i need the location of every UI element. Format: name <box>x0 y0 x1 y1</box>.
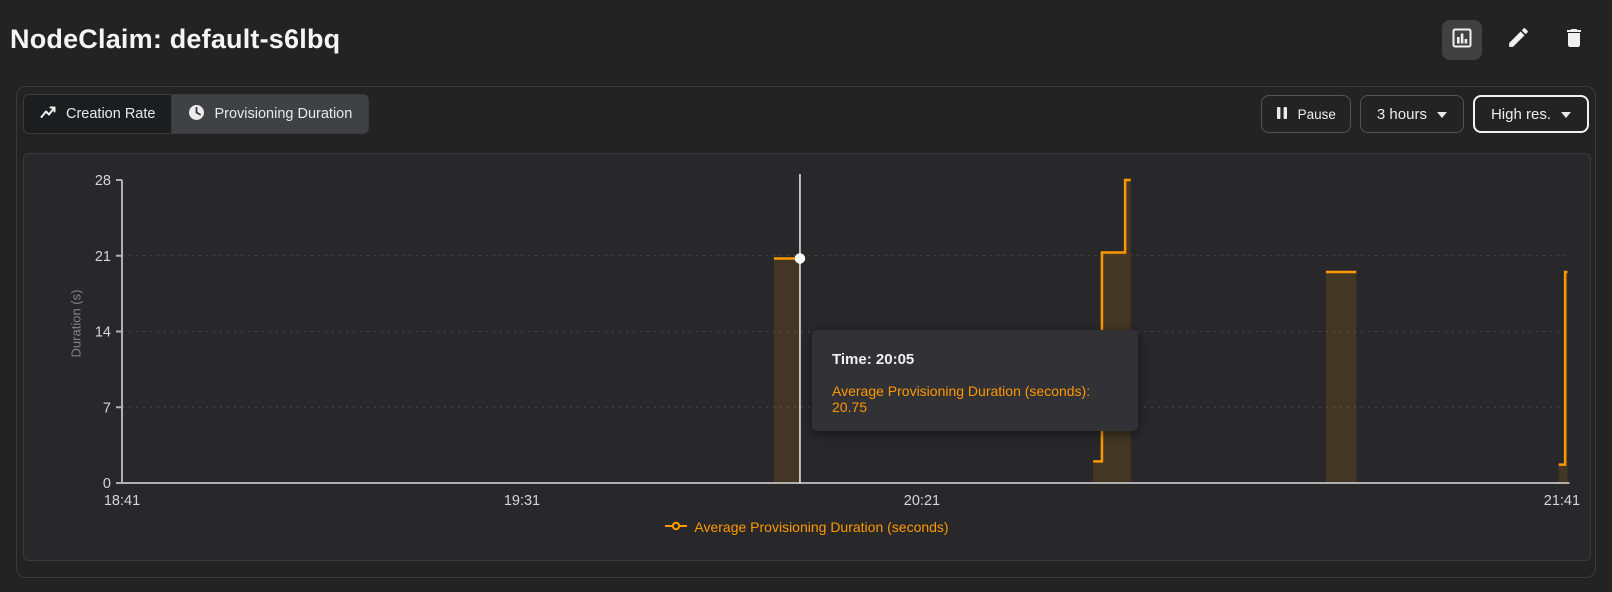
header-actions <box>1442 20 1594 60</box>
y-tick-label: 28 <box>95 173 111 189</box>
edit-button[interactable] <box>1498 20 1538 60</box>
chevron-down-icon <box>1437 112 1447 118</box>
delete-button[interactable] <box>1554 20 1594 60</box>
bar-chart-icon <box>1450 26 1474 55</box>
pencil-icon <box>1506 25 1531 55</box>
x-tick-label: 21:41 <box>1544 493 1580 509</box>
y-tick-label: 7 <box>103 400 111 416</box>
chevron-down-icon <box>1561 112 1571 118</box>
chart-area[interactable]: Duration (s) 0714212818:4119:3120:2121:4… <box>23 153 1591 561</box>
trash-icon <box>1562 26 1586 55</box>
legend-line-icon <box>665 518 687 536</box>
resolution-dropdown[interactable]: High res. <box>1473 95 1589 133</box>
y-tick-label: 0 <box>103 476 111 492</box>
duration-chart[interactable]: 0 7 14 21 28 18:41 19:31 20:21 21:41 <box>24 154 1592 562</box>
y-tick-label: 21 <box>95 249 111 265</box>
pause-icon <box>1276 106 1288 123</box>
resolution-label: High res. <box>1491 106 1551 123</box>
x-tick-label: 20:21 <box>904 493 940 509</box>
pause-button[interactable]: Pause <box>1261 95 1351 133</box>
page-title: NodeClaim: default-s6lbq <box>10 24 340 55</box>
x-tick-label: 19:31 <box>504 493 540 509</box>
tab-provisioning-duration[interactable]: Provisioning Duration <box>172 94 369 134</box>
tab-creation-rate[interactable]: Creation Rate <box>23 94 172 134</box>
active-point <box>795 254 804 263</box>
chart-toolbar: Creation Rate Provisioning Duration <box>23 94 1589 134</box>
pause-label: Pause <box>1298 107 1336 122</box>
y-tick-label: 14 <box>95 325 111 341</box>
time-range-dropdown[interactable]: 3 hours <box>1360 95 1464 133</box>
chart-legend[interactable]: Average Provisioning Duration (seconds) <box>24 518 1590 536</box>
chart-tabs: Creation Rate Provisioning Duration <box>23 94 369 134</box>
chart-controls: Pause 3 hours High res. <box>1261 95 1589 133</box>
x-tick-label: 18:41 <box>104 493 140 509</box>
time-range-label: 3 hours <box>1377 106 1427 123</box>
trend-line-icon <box>40 104 57 125</box>
tab-label: Provisioning Duration <box>214 106 352 122</box>
nodeclaim-chart-panel: Creation Rate Provisioning Duration <box>16 86 1596 578</box>
tooltip-time: Time: 20:05 <box>832 351 1118 368</box>
tooltip-series-value: Average Provisioning Duration (seconds):… <box>832 383 1118 415</box>
chart-view-button[interactable] <box>1442 20 1482 60</box>
chart-tooltip: Time: 20:05 Average Provisioning Duratio… <box>812 330 1138 431</box>
tab-label: Creation Rate <box>66 106 155 122</box>
clock-icon <box>188 104 205 125</box>
page-header: NodeClaim: default-s6lbq <box>0 0 1612 80</box>
series-area <box>1326 272 1356 483</box>
series-line <box>1559 272 1568 465</box>
series-area <box>774 258 800 483</box>
legend-label: Average Provisioning Duration (seconds) <box>694 519 948 535</box>
